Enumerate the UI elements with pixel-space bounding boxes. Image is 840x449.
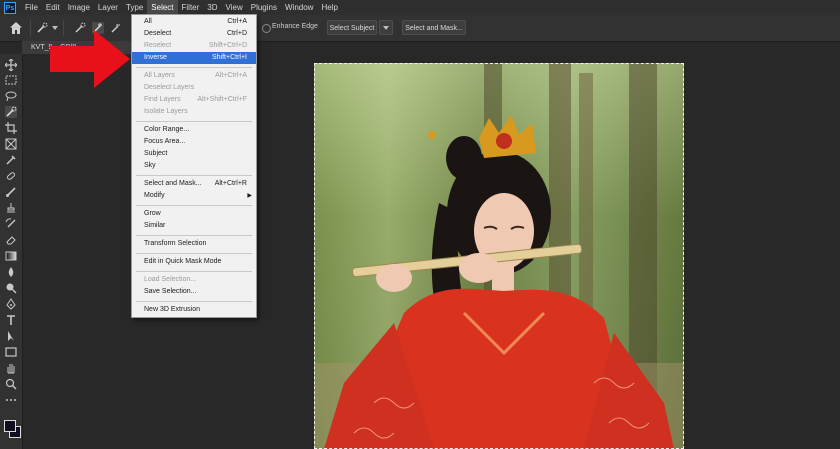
- menu-item-isolate-layers[interactable]: Isolate Layers: [132, 106, 256, 118]
- menu-item-color-range[interactable]: Color Range...: [132, 124, 256, 136]
- menu-select[interactable]: Select: [147, 0, 178, 15]
- menu-item-find-layers[interactable]: Find Layers Alt+Shift+Ctrl+F: [132, 94, 256, 106]
- menu-item-save-selection[interactable]: Save Selection...: [132, 286, 256, 298]
- menu-help[interactable]: Help: [317, 0, 341, 15]
- menu-separator: [136, 271, 252, 272]
- menu-separator: [136, 205, 252, 206]
- home-icon[interactable]: [9, 21, 23, 35]
- menu-plugins[interactable]: Plugins: [247, 0, 281, 15]
- frame-icon[interactable]: [5, 138, 17, 150]
- path-selection-icon[interactable]: [5, 330, 17, 342]
- menu-window[interactable]: Window: [281, 0, 317, 15]
- eraser-icon[interactable]: [5, 234, 17, 246]
- menu-item-modify[interactable]: Modify ▶: [132, 190, 256, 202]
- menu-separator: [136, 175, 252, 176]
- gradient-icon[interactable]: [5, 250, 17, 262]
- separator: [30, 20, 31, 36]
- select-subject-dropdown[interactable]: [379, 20, 393, 35]
- enhance-edge-checkbox[interactable]: [262, 24, 271, 33]
- menu-layer[interactable]: Layer: [94, 0, 122, 15]
- menu-item-transform-selection[interactable]: Transform Selection: [132, 238, 256, 250]
- menu-separator: [136, 235, 252, 236]
- menu-item-quick-mask[interactable]: Edit in Quick Mask Mode: [132, 256, 256, 268]
- marquee-icon[interactable]: [5, 74, 17, 86]
- menu-item-inverse[interactable]: Inverse Shift+Ctrl+I: [132, 52, 256, 64]
- clone-stamp-icon[interactable]: [5, 202, 17, 214]
- menu-edit[interactable]: Edit: [42, 0, 64, 15]
- menu-separator: [136, 301, 252, 302]
- chevron-down-icon: [383, 26, 389, 30]
- move-icon[interactable]: [5, 59, 17, 71]
- menu-item-focus-area[interactable]: Focus Area...: [132, 136, 256, 148]
- blur-icon[interactable]: [5, 266, 17, 278]
- menu-item-deselect-layers[interactable]: Deselect Layers: [132, 82, 256, 94]
- select-subject-button[interactable]: Select Subject: [327, 20, 377, 35]
- menu-item-subject[interactable]: Subject: [132, 148, 256, 160]
- zoom-icon[interactable]: [5, 378, 17, 390]
- menu-image[interactable]: Image: [64, 0, 94, 15]
- tools-panel: [0, 54, 23, 449]
- menu-separator: [136, 253, 252, 254]
- menu-view[interactable]: View: [222, 0, 247, 15]
- select-menu-dropdown: All Ctrl+A Deselect Ctrl+D Reselect Shift+C…: [131, 14, 257, 318]
- more-tools-icon[interactable]: [5, 394, 17, 406]
- menu-item-grow[interactable]: Grow: [132, 208, 256, 220]
- menu-item-all[interactable]: All Ctrl+A: [132, 16, 256, 28]
- rectangle-icon[interactable]: [5, 346, 17, 358]
- menu-3d[interactable]: 3D: [203, 0, 221, 15]
- menu-filter[interactable]: Filter: [178, 0, 204, 15]
- document-image[interactable]: [314, 63, 684, 449]
- history-brush-icon[interactable]: [5, 218, 17, 230]
- menu-separator: [136, 67, 252, 68]
- brush-icon[interactable]: [5, 186, 17, 198]
- menu-item-similar[interactable]: Similar: [132, 220, 256, 232]
- dodge-icon[interactable]: [5, 282, 17, 294]
- menu-item-all-layers[interactable]: All Layers Alt+Ctrl+A: [132, 70, 256, 82]
- enhance-edge-label: Enhance Edge: [272, 23, 318, 30]
- eyedropper-icon[interactable]: [5, 154, 17, 166]
- annotation-arrow-icon: [50, 30, 130, 88]
- select-and-mask-button[interactable]: Select and Mask...: [402, 20, 466, 35]
- menu-bar: Ps File Edit Image Layer Type Select Fil…: [0, 0, 840, 15]
- photo-illustration: [314, 63, 684, 449]
- submenu-arrow-icon: ▶: [247, 193, 252, 199]
- menu-file[interactable]: File: [21, 0, 42, 15]
- crop-icon[interactable]: [5, 122, 17, 134]
- quick-selection-tool-icon[interactable]: [36, 22, 48, 34]
- photoshop-logo: Ps: [4, 1, 16, 14]
- foreground-color-swatch[interactable]: [4, 420, 16, 432]
- menu-item-reselect[interactable]: Reselect Shift+Ctrl+D: [132, 40, 256, 52]
- hand-icon[interactable]: [5, 362, 17, 374]
- menu-item-new-3d-extrusion[interactable]: New 3D Extrusion: [132, 304, 256, 316]
- lasso-icon[interactable]: [5, 90, 17, 102]
- quick-selection-icon[interactable]: [5, 106, 17, 118]
- menu-item-load-selection[interactable]: Load Selection...: [132, 274, 256, 286]
- menu-item-select-and-mask[interactable]: Select and Mask... Alt+Ctrl+R: [132, 178, 256, 190]
- menu-type[interactable]: Type: [122, 0, 147, 15]
- pen-icon[interactable]: [5, 298, 17, 310]
- menu-item-sky[interactable]: Sky: [132, 160, 256, 172]
- menu-item-deselect[interactable]: Deselect Ctrl+D: [132, 28, 256, 40]
- menu-separator: [136, 121, 252, 122]
- healing-brush-icon[interactable]: [5, 170, 17, 182]
- type-icon[interactable]: [5, 314, 17, 326]
